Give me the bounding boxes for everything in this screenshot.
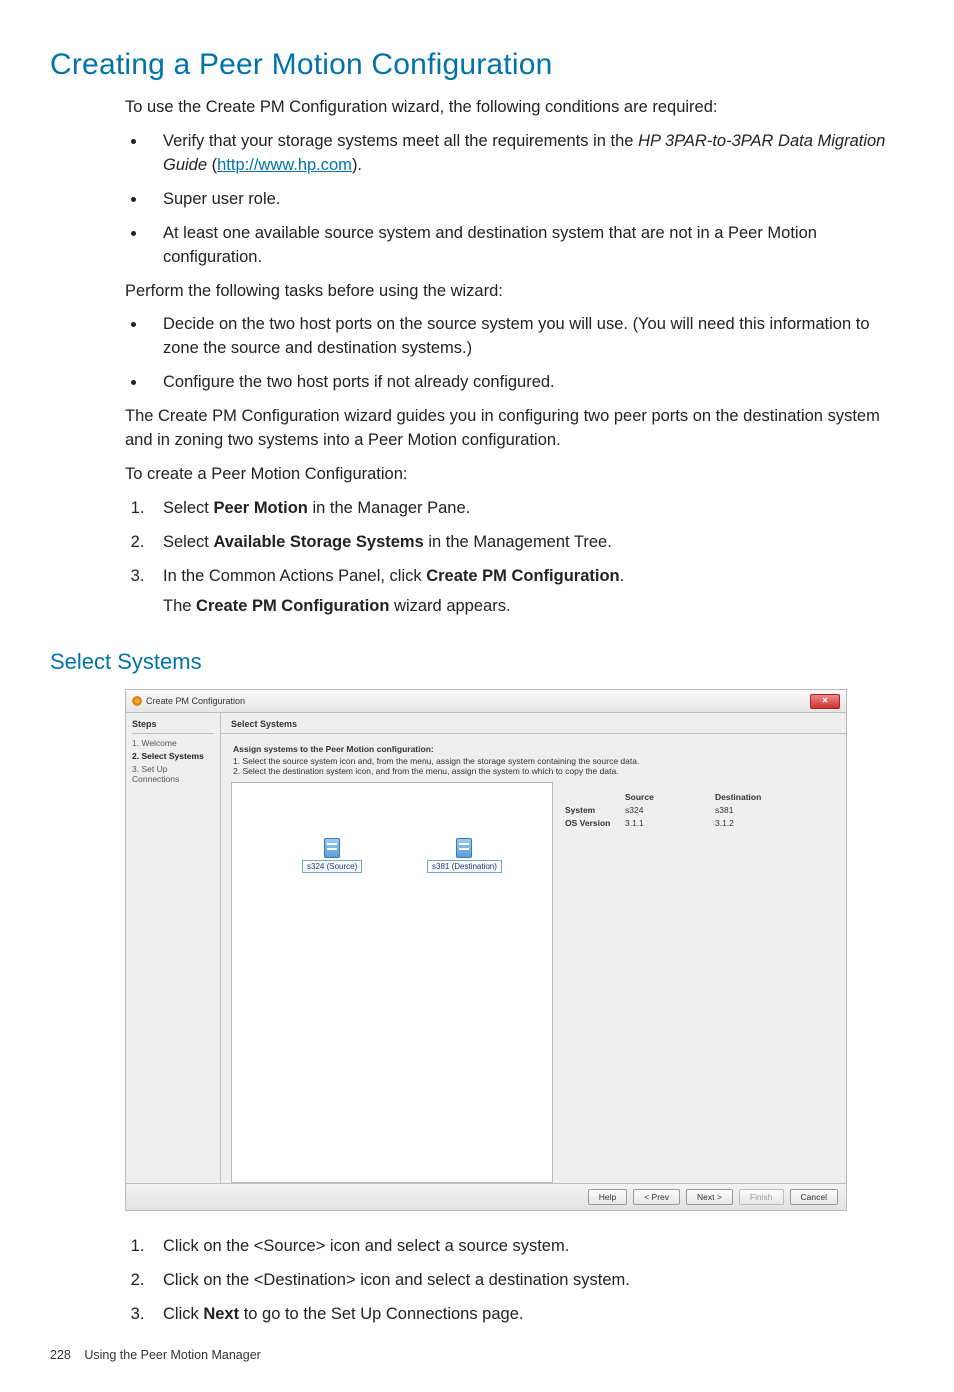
body-text: Perform the following tasks before using… [125,280,904,304]
text-bold: Available Storage Systems [213,533,423,551]
panel-instructions: Assign systems to the Peer Motion config… [221,734,846,782]
row-label-system: System [565,805,625,815]
body-text: To create a Peer Motion Configuration: [125,463,904,487]
gear-icon [132,696,142,706]
intro-text: To use the Create PM Configuration wizar… [125,96,904,120]
instr-line: 1. Select the source system icon and, fr… [233,756,639,766]
wizard-step-active[interactable]: 2. Select Systems [132,751,214,761]
step-item: Click on the <Source> icon and select a … [149,1235,904,1259]
next-button[interactable]: Next > [686,1189,733,1205]
prereq-item: Super user role. [147,188,904,212]
row-label-os: OS Version [565,818,625,828]
instr-line: 2. Select the destination system icon, a… [233,766,619,776]
help-button[interactable]: Help [588,1189,627,1205]
post-wizard-steps: Click on the <Source> icon and select a … [125,1235,904,1327]
destination-label: s381 (Destination) [427,860,502,873]
destination-system-icon[interactable]: s381 (Destination) [427,838,502,873]
prev-button[interactable]: < Prev [633,1189,680,1205]
text: Select [163,499,213,517]
system-canvas[interactable]: s324 (Source) s381 (Destination) [231,782,553,1183]
col-header-destination: Destination [715,792,805,802]
text: in the Management Tree. [424,533,612,551]
instr-heading: Assign systems to the Peer Motion config… [233,744,834,754]
procedure-list: Select Peer Motion in the Manager Pane. … [125,497,904,619]
panel-header: Select Systems [221,713,846,734]
text: ). [352,156,362,174]
source-system-icon[interactable]: s324 (Source) [302,838,362,873]
text-bold: Next [203,1305,239,1323]
text: The [163,597,196,615]
text: ( [207,156,217,174]
text-bold: Peer Motion [213,499,307,517]
source-label: s324 (Source) [302,860,362,873]
window-title: Create PM Configuration [146,696,245,706]
step-item: Click Next to go to the Set Up Connectio… [149,1303,904,1327]
page-title: Creating a Peer Motion Configuration [50,48,904,82]
text: Verify that your storage systems meet al… [163,132,638,150]
prereq-item: At least one available source system and… [147,222,904,270]
cell-os-dest: 3.1.2 [715,818,805,828]
wizard-steps-pane: Steps 1. Welcome 2. Select Systems 3. Se… [126,713,221,1183]
storage-icon [324,838,340,858]
text: Select [163,533,213,551]
prep-item: Decide on the two host ports on the sour… [147,313,904,361]
cell-system-source: s324 [625,805,715,815]
text: in the Manager Pane. [308,499,470,517]
procedure-step: In the Common Actions Panel, click Creat… [149,565,904,619]
cell-os-source: 3.1.1 [625,818,715,828]
text: wizard appears. [389,597,510,615]
cancel-button[interactable]: Cancel [790,1189,838,1205]
prep-list: Decide on the two host ports on the sour… [125,313,904,395]
section-name: Using the Peer Motion Manager [84,1348,260,1362]
wizard-button-bar: Help < Prev Next > Finish Cancel [126,1183,846,1210]
text: to go to the Set Up Connections page. [239,1305,523,1323]
wizard-step[interactable]: 1. Welcome [132,738,214,748]
procedure-step: Select Peer Motion in the Manager Pane. [149,497,904,521]
steps-header: Steps [132,719,214,734]
prep-item: Configure the two host ports if not alre… [147,371,904,395]
wizard-step[interactable]: 3. Set Up Connections [132,764,214,784]
text-bold: Create PM Configuration [196,597,389,615]
text: In the Common Actions Panel, click [163,567,426,585]
hp-link[interactable]: http://www.hp.com [217,156,352,174]
page-footer: 228 Using the Peer Motion Manager [50,1348,904,1362]
procedure-step: Select Available Storage Systems in the … [149,531,904,555]
prereq-item: Verify that your storage systems meet al… [147,130,904,178]
text: . [620,567,625,585]
wizard-window: Create PM Configuration ✕ Steps 1. Welco… [125,689,847,1211]
page-number: 228 [50,1348,71,1362]
text-bold: Create PM Configuration [426,567,619,585]
storage-icon [456,838,472,858]
finish-button: Finish [739,1189,784,1205]
body-text: The Create PM Configuration wizard guide… [125,405,904,453]
section-title: Select Systems [50,649,904,675]
system-info-pane: Source Destination System s324 s381 OS V… [553,782,846,1183]
step-item: Click on the <Destination> icon and sele… [149,1269,904,1293]
prereq-list: Verify that your storage systems meet al… [125,130,904,270]
cell-system-dest: s381 [715,805,805,815]
text: Click [163,1305,203,1323]
wizard-titlebar: Create PM Configuration ✕ [126,690,846,713]
col-header-source: Source [625,792,715,802]
close-button[interactable]: ✕ [810,694,840,709]
